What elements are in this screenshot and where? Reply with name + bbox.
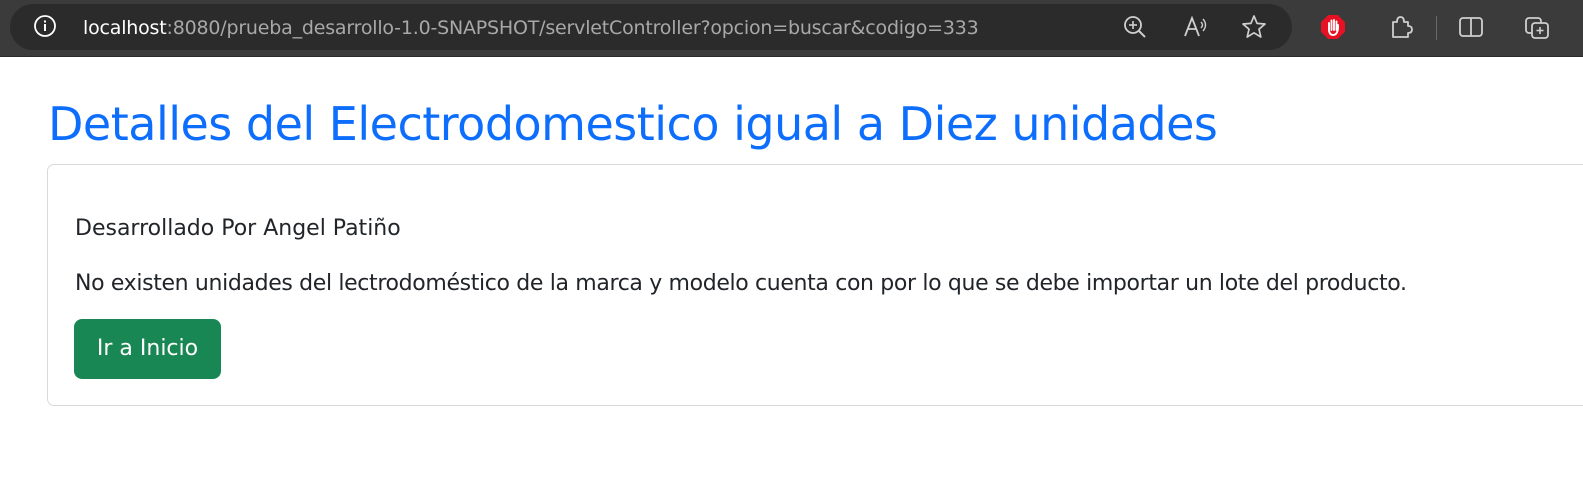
- collections-icon[interactable]: [1524, 14, 1550, 40]
- stock-message: No existen unidades del lectrodoméstico …: [75, 271, 1407, 296]
- url-host: localhost: [83, 17, 167, 39]
- info-icon[interactable]: [34, 15, 56, 37]
- author-credit: Desarrollado Por Angel Patiño: [75, 216, 401, 241]
- home-button[interactable]: Ir a Inicio: [74, 319, 221, 379]
- browser-toolbar: localhost:8080/prueba_desarrollo-1.0-SNA…: [0, 0, 1583, 57]
- extensions-puzzle-icon[interactable]: [1388, 14, 1414, 40]
- read-aloud-icon[interactable]: [1182, 14, 1208, 40]
- zoom-in-icon[interactable]: [1122, 14, 1148, 40]
- page-title: Detalles del Electrodomestico igual a Di…: [48, 97, 1218, 151]
- url-path: :8080/prueba_desarrollo-1.0-SNAPSHOT/ser…: [166, 17, 979, 39]
- adblock-hand-icon[interactable]: [1320, 14, 1346, 40]
- split-screen-icon[interactable]: [1458, 14, 1484, 40]
- url-text[interactable]: localhost:8080/prueba_desarrollo-1.0-SNA…: [83, 15, 979, 41]
- toolbar-divider: [1436, 16, 1437, 40]
- favorite-star-icon[interactable]: [1241, 14, 1267, 40]
